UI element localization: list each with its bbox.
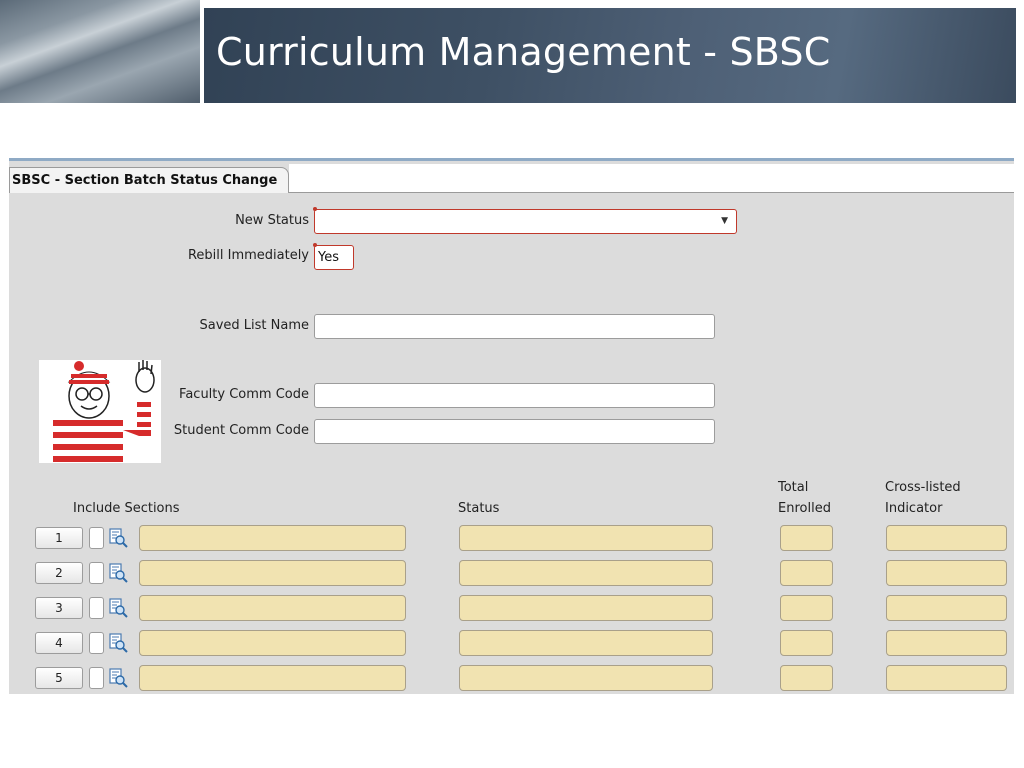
row-number-button[interactable]: 1 [35,527,83,549]
section-cell [139,665,406,691]
tab-sbsc[interactable]: SBSC - Section Batch Status Change [9,167,289,193]
status-cell [459,630,713,656]
cross-listed-cell [886,595,1007,621]
row-number-button[interactable]: 5 [35,667,83,689]
form-panel: SBSC - Section Batch Status Change New S… [9,158,1014,694]
lookup-icon[interactable] [108,563,128,583]
header-include-sections: Include Sections [73,501,180,516]
required-indicator [313,207,317,211]
rebill-immediately-field[interactable]: Yes [313,243,354,270]
include-checkbox[interactable] [89,667,104,689]
student-comm-code-label: Student Comm Code [173,423,309,438]
lookup-icon[interactable] [108,598,128,618]
rebill-immediately-label: Rebill Immediately [187,248,309,263]
row-number-button[interactable]: 2 [35,562,83,584]
section-cell [139,630,406,656]
include-checkbox[interactable] [89,527,104,549]
saved-list-name-input[interactable] [314,314,715,339]
include-checkbox[interactable] [89,597,104,619]
total-enrolled-cell [780,630,833,656]
rebill-immediately-value: Yes [318,250,339,265]
tab-divider [289,192,1014,193]
required-indicator [313,243,317,247]
new-status-select[interactable]: ▼ [313,207,737,234]
total-enrolled-cell [780,665,833,691]
row-number-button[interactable]: 4 [35,632,83,654]
cross-listed-cell [886,665,1007,691]
header-status: Status [458,501,500,516]
banner-texture [0,0,200,103]
status-cell [459,525,713,551]
status-cell [459,665,713,691]
include-checkbox[interactable] [89,562,104,584]
section-cell [139,560,406,586]
cross-listed-cell [886,630,1007,656]
student-comm-code-input[interactable] [314,419,715,444]
lookup-icon[interactable] [108,528,128,548]
header-total-enrolled-line1: Total [778,480,809,495]
header-cross-listed-line1: Cross-listed [885,480,961,495]
include-checkbox[interactable] [89,632,104,654]
total-enrolled-cell [780,560,833,586]
faculty-comm-code-input[interactable] [314,383,715,408]
waldo-character-illustration [39,360,161,463]
section-cell [139,525,406,551]
total-enrolled-cell [780,525,833,551]
new-status-label: New Status [235,213,309,228]
slide-title: Curriculum Management - SBSC [216,30,831,74]
lookup-icon[interactable] [108,668,128,688]
row-number-button[interactable]: 3 [35,597,83,619]
header-total-enrolled-line2: Enrolled [778,501,831,516]
lookup-icon[interactable] [108,633,128,653]
total-enrolled-cell [780,595,833,621]
status-cell [459,560,713,586]
chevron-down-icon[interactable]: ▼ [721,210,728,233]
header-cross-listed-line2: Indicator [885,501,943,516]
section-cell [139,595,406,621]
cross-listed-cell [886,560,1007,586]
status-cell [459,595,713,621]
saved-list-name-label: Saved List Name [199,318,309,333]
faculty-comm-code-label: Faculty Comm Code [179,387,309,402]
cross-listed-cell [886,525,1007,551]
